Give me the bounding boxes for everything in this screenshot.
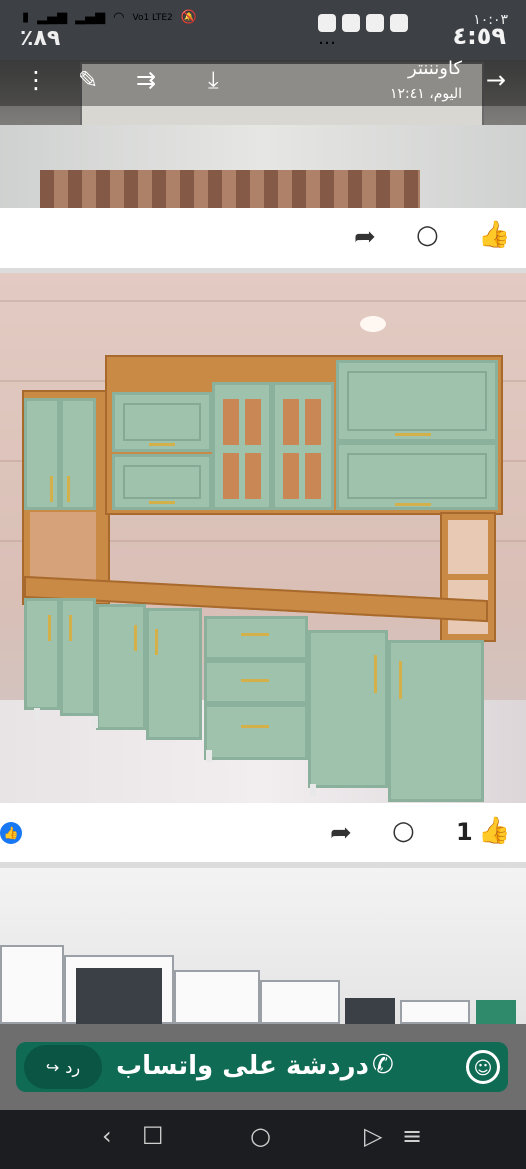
cabinet-door <box>24 398 60 510</box>
cabinet-door <box>308 630 388 788</box>
home-icon[interactable]: ○ <box>250 1122 271 1150</box>
share-icon[interactable]: ➦ <box>354 222 376 252</box>
reply-button[interactable]: ↪ رد <box>24 1045 102 1089</box>
dark-panel <box>345 998 395 1024</box>
ceiling-light <box>360 316 386 332</box>
mute-icon: 🔕 <box>180 10 197 25</box>
whatsapp-icon: ✆ <box>372 1050 394 1080</box>
back-icon[interactable]: ‹ <box>102 1122 112 1150</box>
menu-icon[interactable]: ≡ <box>402 1122 422 1150</box>
edit-icon[interactable]: ✎ <box>78 66 98 94</box>
like-icon[interactable]: 👍 <box>478 816 510 846</box>
whatsapp-icon <box>366 14 384 32</box>
glass-door <box>272 382 334 510</box>
more-vert-icon[interactable]: ⋮ <box>24 66 48 94</box>
cabinet-door <box>112 392 212 452</box>
status-bar <box>0 0 526 60</box>
cabinet-door <box>112 454 212 510</box>
more-notifications: … <box>318 28 336 49</box>
tile-line <box>0 300 526 302</box>
post-actions-2 <box>0 803 526 863</box>
dark-panel <box>76 968 162 1024</box>
emoji-icon[interactable]: ☺ <box>466 1050 500 1084</box>
cabinet-door <box>96 604 146 730</box>
cabinet-leg <box>310 784 316 796</box>
arrow-right-icon[interactable]: → <box>486 66 506 94</box>
messenger-icon <box>390 14 408 32</box>
shelf-space <box>448 520 488 574</box>
message-timestamp: اليوم، ١٢:٤١ <box>389 86 462 102</box>
white-cabinet <box>0 945 64 1024</box>
white-cabinet <box>260 980 340 1024</box>
status-time: ٤:٥٩ <box>452 22 506 50</box>
signal-icon: ▂▄▆ <box>37 10 68 25</box>
share-icon[interactable]: ➦ <box>330 818 352 848</box>
reply-label: رد <box>65 1057 81 1077</box>
wifi-icon: ◠ <box>113 10 125 25</box>
white-cabinet <box>400 1000 470 1024</box>
cabinet-door <box>146 608 202 740</box>
status-indicators: ▮ ▂▄▆ ▂▄▆ ◠ Vo1 LTE2 🔕 <box>22 10 197 25</box>
cabinet-leg <box>92 716 98 728</box>
cabinet-door <box>388 640 484 802</box>
reaction-like-icon[interactable]: 👍 <box>0 822 22 844</box>
assistant-icon[interactable]: ▷ <box>364 1122 382 1150</box>
sender-name: كاونننتر <box>408 58 462 79</box>
comment-icon[interactable]: ○ <box>416 220 439 250</box>
instagram-icon <box>342 14 360 32</box>
network-label: Vo1 LTE2 <box>132 12 173 23</box>
drawer <box>204 704 308 760</box>
cabinet-door <box>60 398 96 510</box>
chat-label: دردشة على واتساب <box>116 1051 369 1081</box>
cabinet-door <box>336 360 498 442</box>
green-panel <box>476 1000 516 1024</box>
battery-icon: ▮ <box>22 10 30 25</box>
comment-icon[interactable]: ○ <box>392 816 415 846</box>
recents-icon[interactable]: ☐ <box>142 1122 164 1150</box>
forward-icon[interactable]: ⇉ <box>136 66 156 94</box>
cabinet-leg <box>34 708 40 720</box>
post-actions-1 <box>0 208 526 271</box>
cabinet-leg <box>206 750 212 762</box>
like-icon[interactable]: 👍 <box>478 220 510 250</box>
drawer <box>204 660 308 704</box>
like-count: 1 <box>456 818 473 846</box>
cabinet-door <box>24 598 60 710</box>
drawer <box>204 616 308 660</box>
glass-door <box>212 382 272 510</box>
cabinet-door <box>336 442 498 510</box>
download-icon[interactable]: ⤓ <box>208 66 219 94</box>
rug <box>40 170 420 208</box>
white-cabinet <box>174 970 260 1024</box>
cabinet-door <box>60 598 96 716</box>
signal-icon-2: ▂▄▆ <box>75 10 106 25</box>
reply-arrow-icon: ↪ <box>45 1057 60 1077</box>
battery-percent: ٪٨٩ <box>20 26 61 51</box>
